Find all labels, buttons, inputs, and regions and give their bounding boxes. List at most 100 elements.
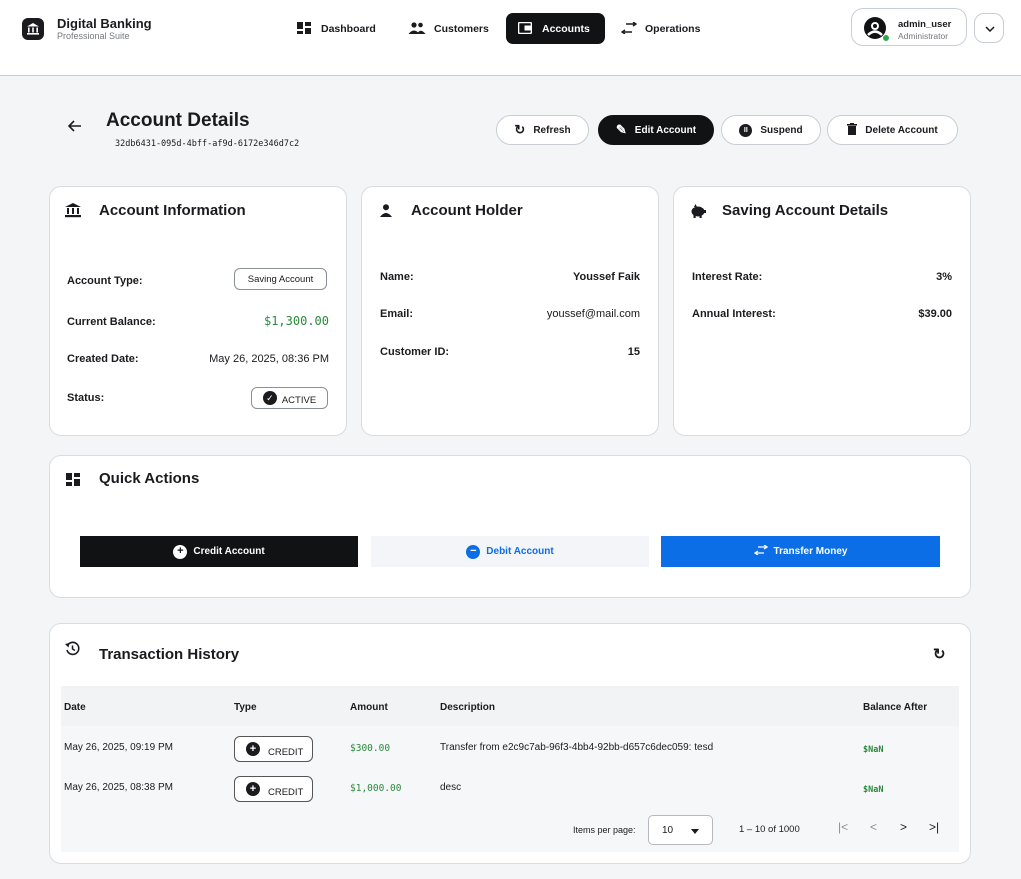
column-header-balance-after[interactable]: Balance After [863,702,927,713]
holder-name-label: Name: [380,271,414,283]
minus-circle-icon: − [466,544,481,559]
row-1-date: May 26, 2025, 09:19 PM [64,742,173,753]
chevron-down-icon [985,26,995,32]
debit-account-label: Debit Account [486,546,554,557]
pencil-icon: ✎ [615,122,627,137]
row-2-date: May 26, 2025, 08:38 PM [64,782,173,793]
row-1-amount: $300.00 [350,743,391,754]
quick-actions-title: Quick Actions [99,470,200,487]
row-2-type: CREDIT [268,787,304,798]
status-label: Status: [67,392,105,404]
bank-icon [65,203,81,221]
row-2-description: desc [440,782,462,793]
row-2-balance-after: $NaN [863,785,884,795]
nav-dashboard[interactable]: Dashboard [289,13,386,44]
page-title: Account Details [106,110,250,131]
items-per-page-label: Items per page: [573,825,636,835]
holder-email-value: youssef@mail.com [546,308,640,320]
items-per-page-select[interactable]: 10 [648,815,713,845]
trash-icon [847,122,858,138]
current-balance-value: $1,300.00 [263,314,329,328]
plus-circle-icon: + [246,782,260,796]
pause-icon: II [739,123,753,137]
user-name: admin_user [898,19,952,30]
back-arrow-icon[interactable] [67,119,82,137]
plus-circle-icon: + [173,544,188,559]
edit-account-button[interactable]: ✎ Edit Account [598,115,714,145]
app-title: Digital Banking [57,16,152,31]
edit-account-label: Edit Account [634,124,697,136]
items-per-page-value: 10 [662,825,674,836]
customer-id-label: Customer ID: [380,346,450,358]
nav-accounts-label: Accounts [542,22,590,35]
row-1-type-chip: + CREDIT [234,736,313,762]
interest-rate-label: Interest Rate: [692,271,763,283]
nav-customers-label: Customers [434,22,489,35]
nav-dashboard-label: Dashboard [321,22,376,35]
plus-circle-icon: + [246,742,260,756]
debit-account-button[interactable]: − Debit Account [371,536,649,567]
column-header-type[interactable]: Type [234,702,257,713]
row-2-amount: $1,000.00 [350,783,402,794]
previous-page-icon[interactable]: < [870,820,877,834]
user-menu-button[interactable] [974,13,1004,43]
transfer-money-button[interactable]: Transfer Money [661,536,940,567]
app-subtitle: Professional Suite [57,31,130,41]
transaction-history-title: Transaction History [99,646,240,663]
status-badge: ✓ ACTIVE [251,387,328,409]
account-type-chip: Saving Account [234,268,327,290]
check-circle-icon: ✓ [262,391,277,405]
current-balance-label: Current Balance: [67,316,156,328]
column-header-date[interactable]: Date [64,702,86,713]
online-status-icon [882,34,890,42]
saving-details-title: Saving Account Details [722,202,889,219]
last-page-icon[interactable]: >| [929,820,939,834]
refresh-icon[interactable]: ↻ [933,645,946,663]
wallet-icon [517,21,534,36]
refresh-button[interactable]: ↻ Refresh [496,115,589,145]
credit-account-button[interactable]: + Credit Account [80,536,358,567]
nav-operations[interactable]: Operations [613,13,710,44]
annual-interest-value: $39.00 [918,308,952,320]
column-header-amount[interactable]: Amount [350,702,388,713]
holder-name-value: Youssef Faik [572,271,640,283]
user-profile[interactable]: admin_user Administrator [851,8,967,46]
bank-logo-icon [22,18,44,40]
suspend-button[interactable]: II Suspend [721,115,821,145]
history-icon [65,641,80,659]
credit-account-label: Credit Account [193,546,265,557]
dashboard-icon [66,473,80,489]
row-1-type: CREDIT [268,747,304,758]
created-date-value: May 26, 2025, 08:36 PM [209,353,329,365]
nav-customers[interactable]: Customers [400,13,499,44]
account-holder-title: Account Holder [411,202,523,219]
pager-range: 1 – 10 of 1000 [739,824,800,835]
customer-id-value: 15 [627,346,640,358]
nav-operations-label: Operations [645,22,701,35]
transfer-money-label: Transfer Money [773,546,848,557]
people-icon [408,21,426,36]
user-role: Administrator [898,31,949,41]
annual-interest-label: Annual Interest: [692,308,776,320]
nav-accounts[interactable]: Accounts [506,13,605,44]
first-page-icon[interactable]: |< [838,820,848,834]
swap-icon [753,544,768,558]
account-information-title: Account Information [99,202,246,219]
refresh-icon: ↻ [514,122,526,137]
column-header-description[interactable]: Description [440,702,495,713]
status-value: ACTIVE [281,394,317,406]
person-icon [380,204,392,220]
dropdown-caret-icon [691,829,699,834]
delete-account-button[interactable]: Delete Account [827,115,958,145]
row-2-type-chip: + CREDIT [234,776,313,802]
next-page-icon[interactable]: > [900,820,907,834]
row-1-balance-after: $NaN [863,745,884,755]
account-type-label: Account Type: [67,275,143,287]
dashboard-icon [297,21,313,36]
account-id: 32db6431-095d-4bff-af9d-6172e346d7c2 [115,139,300,149]
table-header [61,686,959,726]
piggy-bank-icon [690,204,706,221]
top-bar: Digital Banking Professional Suite Dashb… [0,0,1021,76]
swap-icon [620,20,638,36]
holder-email-label: Email: [380,308,414,320]
